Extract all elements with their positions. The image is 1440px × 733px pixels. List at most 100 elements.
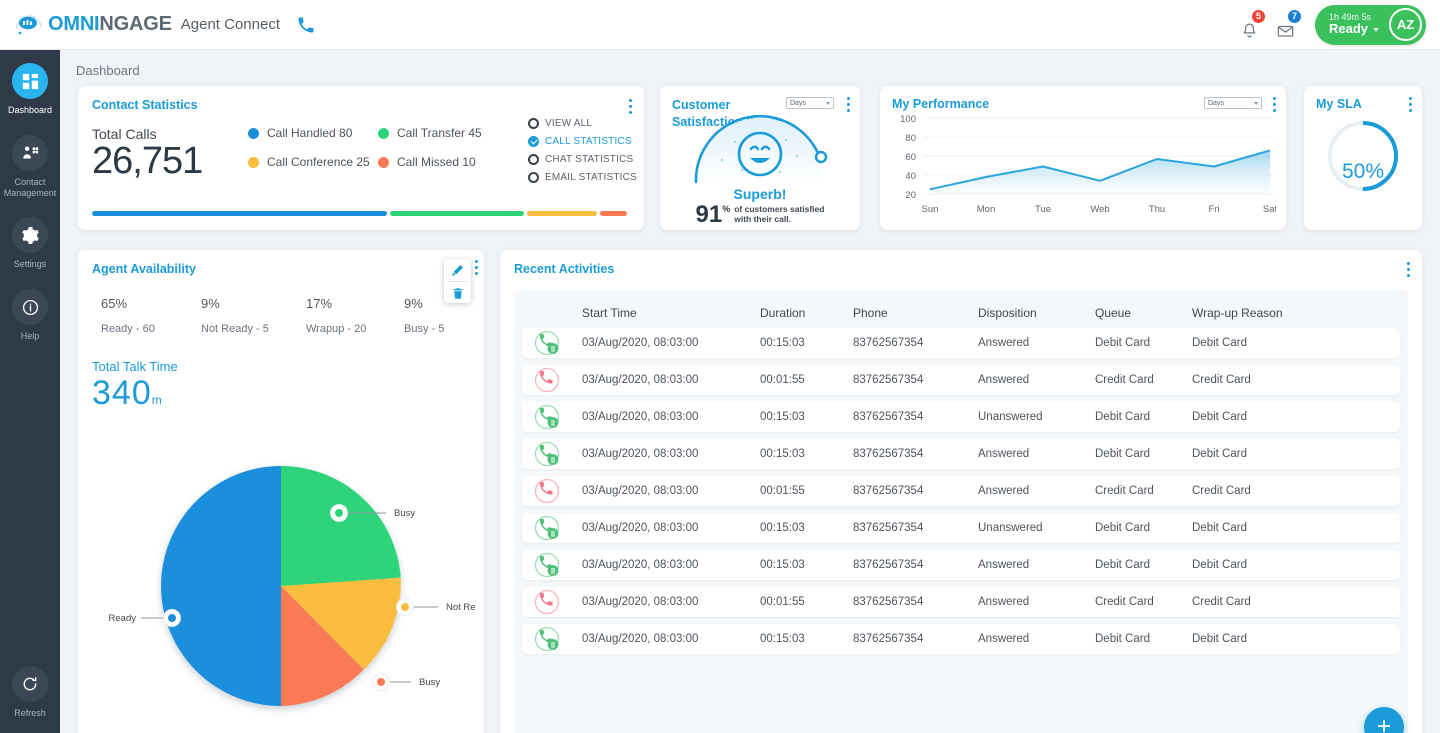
filter-email-statistics[interactable]: EMAIL STATISTICS — [528, 172, 637, 183]
filter-label: CALL STATISTICS — [545, 136, 632, 147]
card-title: Agent Availability — [92, 262, 196, 276]
legend-label: Call Conference 25 — [267, 155, 370, 169]
cell-queue: Credit Card — [1095, 596, 1154, 608]
csat-menu-button[interactable] — [847, 97, 850, 115]
contact-statistics-menu-button[interactable] — [629, 99, 632, 117]
svg-text:40: 40 — [905, 171, 916, 182]
legend-label: Call Transfer 45 — [397, 126, 482, 140]
cell-disposition: Unanswered — [978, 411, 1043, 423]
cell-start-time: 03/Aug/2020, 08:03:00 — [582, 448, 699, 460]
table-row[interactable]: 03/Aug/2020, 08:03:00 00:01:55 837625673… — [522, 587, 1400, 617]
notifications-bell[interactable]: 5 — [1235, 8, 1266, 40]
sla-menu-button[interactable] — [1409, 97, 1412, 115]
call-incoming-icon — [534, 404, 582, 430]
agent-availability-menu-button[interactable] — [475, 260, 478, 278]
contact-statistics-bar — [92, 211, 630, 216]
header-actions: 5 7 1h 49m 5s Ready AZ — [1235, 4, 1426, 45]
cell-disposition: Answered — [978, 448, 1030, 460]
cell-duration: 00:15:03 — [760, 448, 805, 460]
filter-chat-statistics[interactable]: CHAT STATISTICS — [528, 154, 637, 165]
total-talk-time-row: 340m — [92, 374, 470, 413]
cell-start-time: 03/Aug/2020, 08:03:00 — [582, 374, 699, 386]
card-title: Recent Activities — [514, 262, 615, 276]
recent-activities-menu-button[interactable] — [1407, 262, 1410, 280]
agent-status-pill[interactable]: 1h 49m 5s Ready AZ — [1314, 4, 1426, 45]
cell-start-time: 03/Aug/2020, 08:03:00 — [582, 411, 699, 423]
radio-icon — [528, 154, 539, 165]
table-header-wrapup: Wrap-up Reason — [1192, 306, 1283, 320]
cell-phone: 83762567354 — [853, 448, 924, 460]
table-row[interactable]: 03/Aug/2020, 08:03:00 00:15:03 837625673… — [522, 402, 1400, 432]
my-sla-card: My SLA 50% — [1304, 86, 1422, 230]
legend-item: Call Transfer 45 — [378, 126, 508, 140]
sidebar-item-label: Contact Management — [3, 176, 57, 198]
cell-start-time: 03/Aug/2020, 08:03:00 — [582, 596, 699, 608]
sidebar-item-settings[interactable]: Settings — [0, 204, 60, 276]
legend-dot — [378, 127, 389, 139]
filter-view-all[interactable]: VIEW ALL — [528, 118, 637, 129]
cell-queue: Debit Card — [1095, 337, 1150, 349]
sidebar-item-help[interactable]: Help — [0, 276, 60, 348]
csat-caption: of customers satisfied with their call. — [734, 204, 824, 224]
filter-call-statistics[interactable]: CALL STATISTICS — [528, 136, 637, 147]
cell-wrapup: Debit Card — [1192, 559, 1247, 571]
status-state-label: Ready — [1328, 21, 1368, 37]
svg-text:Ready: Ready — [109, 613, 137, 624]
bar-segment — [600, 211, 627, 216]
table-row[interactable]: 03/Aug/2020, 08:03:00 00:01:55 837625673… — [522, 476, 1400, 506]
csat-summary: Superb! 91 % of customers satisfied with… — [660, 184, 860, 227]
legend-label: Call Handled 80 — [267, 126, 353, 140]
cell-phone: 83762567354 — [853, 485, 924, 497]
table-row[interactable]: 03/Aug/2020, 08:03:00 00:15:03 837625673… — [522, 513, 1400, 543]
availability-stat-wrapup: 17% Wrapup - 20 — [297, 296, 395, 335]
avatar[interactable]: AZ — [1389, 8, 1422, 41]
contacts-icon — [12, 134, 48, 171]
sidebar-item-refresh[interactable]: Refresh — [0, 653, 60, 725]
phone-icon[interactable] — [296, 15, 316, 35]
table-row[interactable]: 03/Aug/2020, 08:03:00 00:01:55 837625673… — [522, 365, 1400, 395]
availability-label: Ready - 60 — [101, 323, 155, 335]
cell-start-time: 03/Aug/2020, 08:03:00 — [582, 522, 699, 534]
edit-widget-button[interactable] — [444, 259, 471, 281]
cell-wrapup: Debit Card — [1192, 411, 1247, 423]
gear-icon — [12, 217, 48, 254]
cell-queue: Debit Card — [1095, 411, 1150, 423]
call-incoming-icon — [534, 552, 582, 578]
cell-wrapup: Debit Card — [1192, 337, 1247, 349]
svg-text:80: 80 — [905, 133, 916, 144]
legend-item: Call Handled 80 — [248, 126, 378, 140]
table-row[interactable]: 03/Aug/2020, 08:03:00 00:15:03 837625673… — [522, 550, 1400, 580]
delete-widget-button[interactable] — [444, 282, 471, 304]
csat-period-select[interactable]: Days — [786, 97, 834, 109]
agent-availability-card: Agent Availability 65% Ready - 60 9% Not… — [78, 250, 491, 733]
cell-duration: 00:15:03 — [760, 559, 805, 571]
svg-text:20: 20 — [905, 190, 916, 201]
svg-text:Sun: Sun — [922, 204, 939, 215]
csat-verdict: Superb! — [733, 186, 787, 202]
availability-label: Wrapup - 20 — [306, 323, 367, 335]
table-row[interactable]: 03/Aug/2020, 08:03:00 00:15:03 837625673… — [522, 624, 1400, 654]
cell-start-time: 03/Aug/2020, 08:03:00 — [582, 485, 699, 497]
cell-queue: Debit Card — [1095, 633, 1150, 645]
chevron-down-icon — [1373, 27, 1379, 32]
sidebar-item-contact-management[interactable]: Contact Management — [0, 122, 60, 205]
csat-caption-line2: with their call. — [734, 214, 791, 225]
performance-period-select[interactable]: Days — [1204, 97, 1262, 109]
table-row[interactable]: 03/Aug/2020, 08:03:00 00:15:03 837625673… — [522, 439, 1400, 469]
cell-phone: 83762567354 — [853, 559, 924, 571]
chevron-down-icon — [1254, 101, 1258, 105]
status-state-row: Ready — [1329, 22, 1379, 37]
cell-duration: 00:15:03 — [760, 633, 805, 645]
bar-segment — [527, 211, 598, 216]
availability-label: Busy - 5 — [404, 323, 445, 335]
table-row[interactable]: 03/Aug/2020, 08:03:00 00:15:03 837625673… — [522, 328, 1400, 358]
brand-logo[interactable]: OMNINGAGE — [14, 13, 172, 37]
radio-checked-icon — [528, 136, 539, 147]
brand-secondary: NGAGE — [99, 13, 172, 35]
filter-label: CHAT STATISTICS — [545, 154, 634, 165]
bell-badge-count: 5 — [1250, 8, 1266, 24]
notifications-mail[interactable]: 7 — [1271, 8, 1302, 40]
contact-statistics-legend: Call Handled 80 Call Transfer 45 Call Co… — [248, 126, 528, 184]
legend-dot — [248, 156, 259, 168]
sidebar-item-dashboard[interactable]: Dashboard — [0, 50, 60, 122]
